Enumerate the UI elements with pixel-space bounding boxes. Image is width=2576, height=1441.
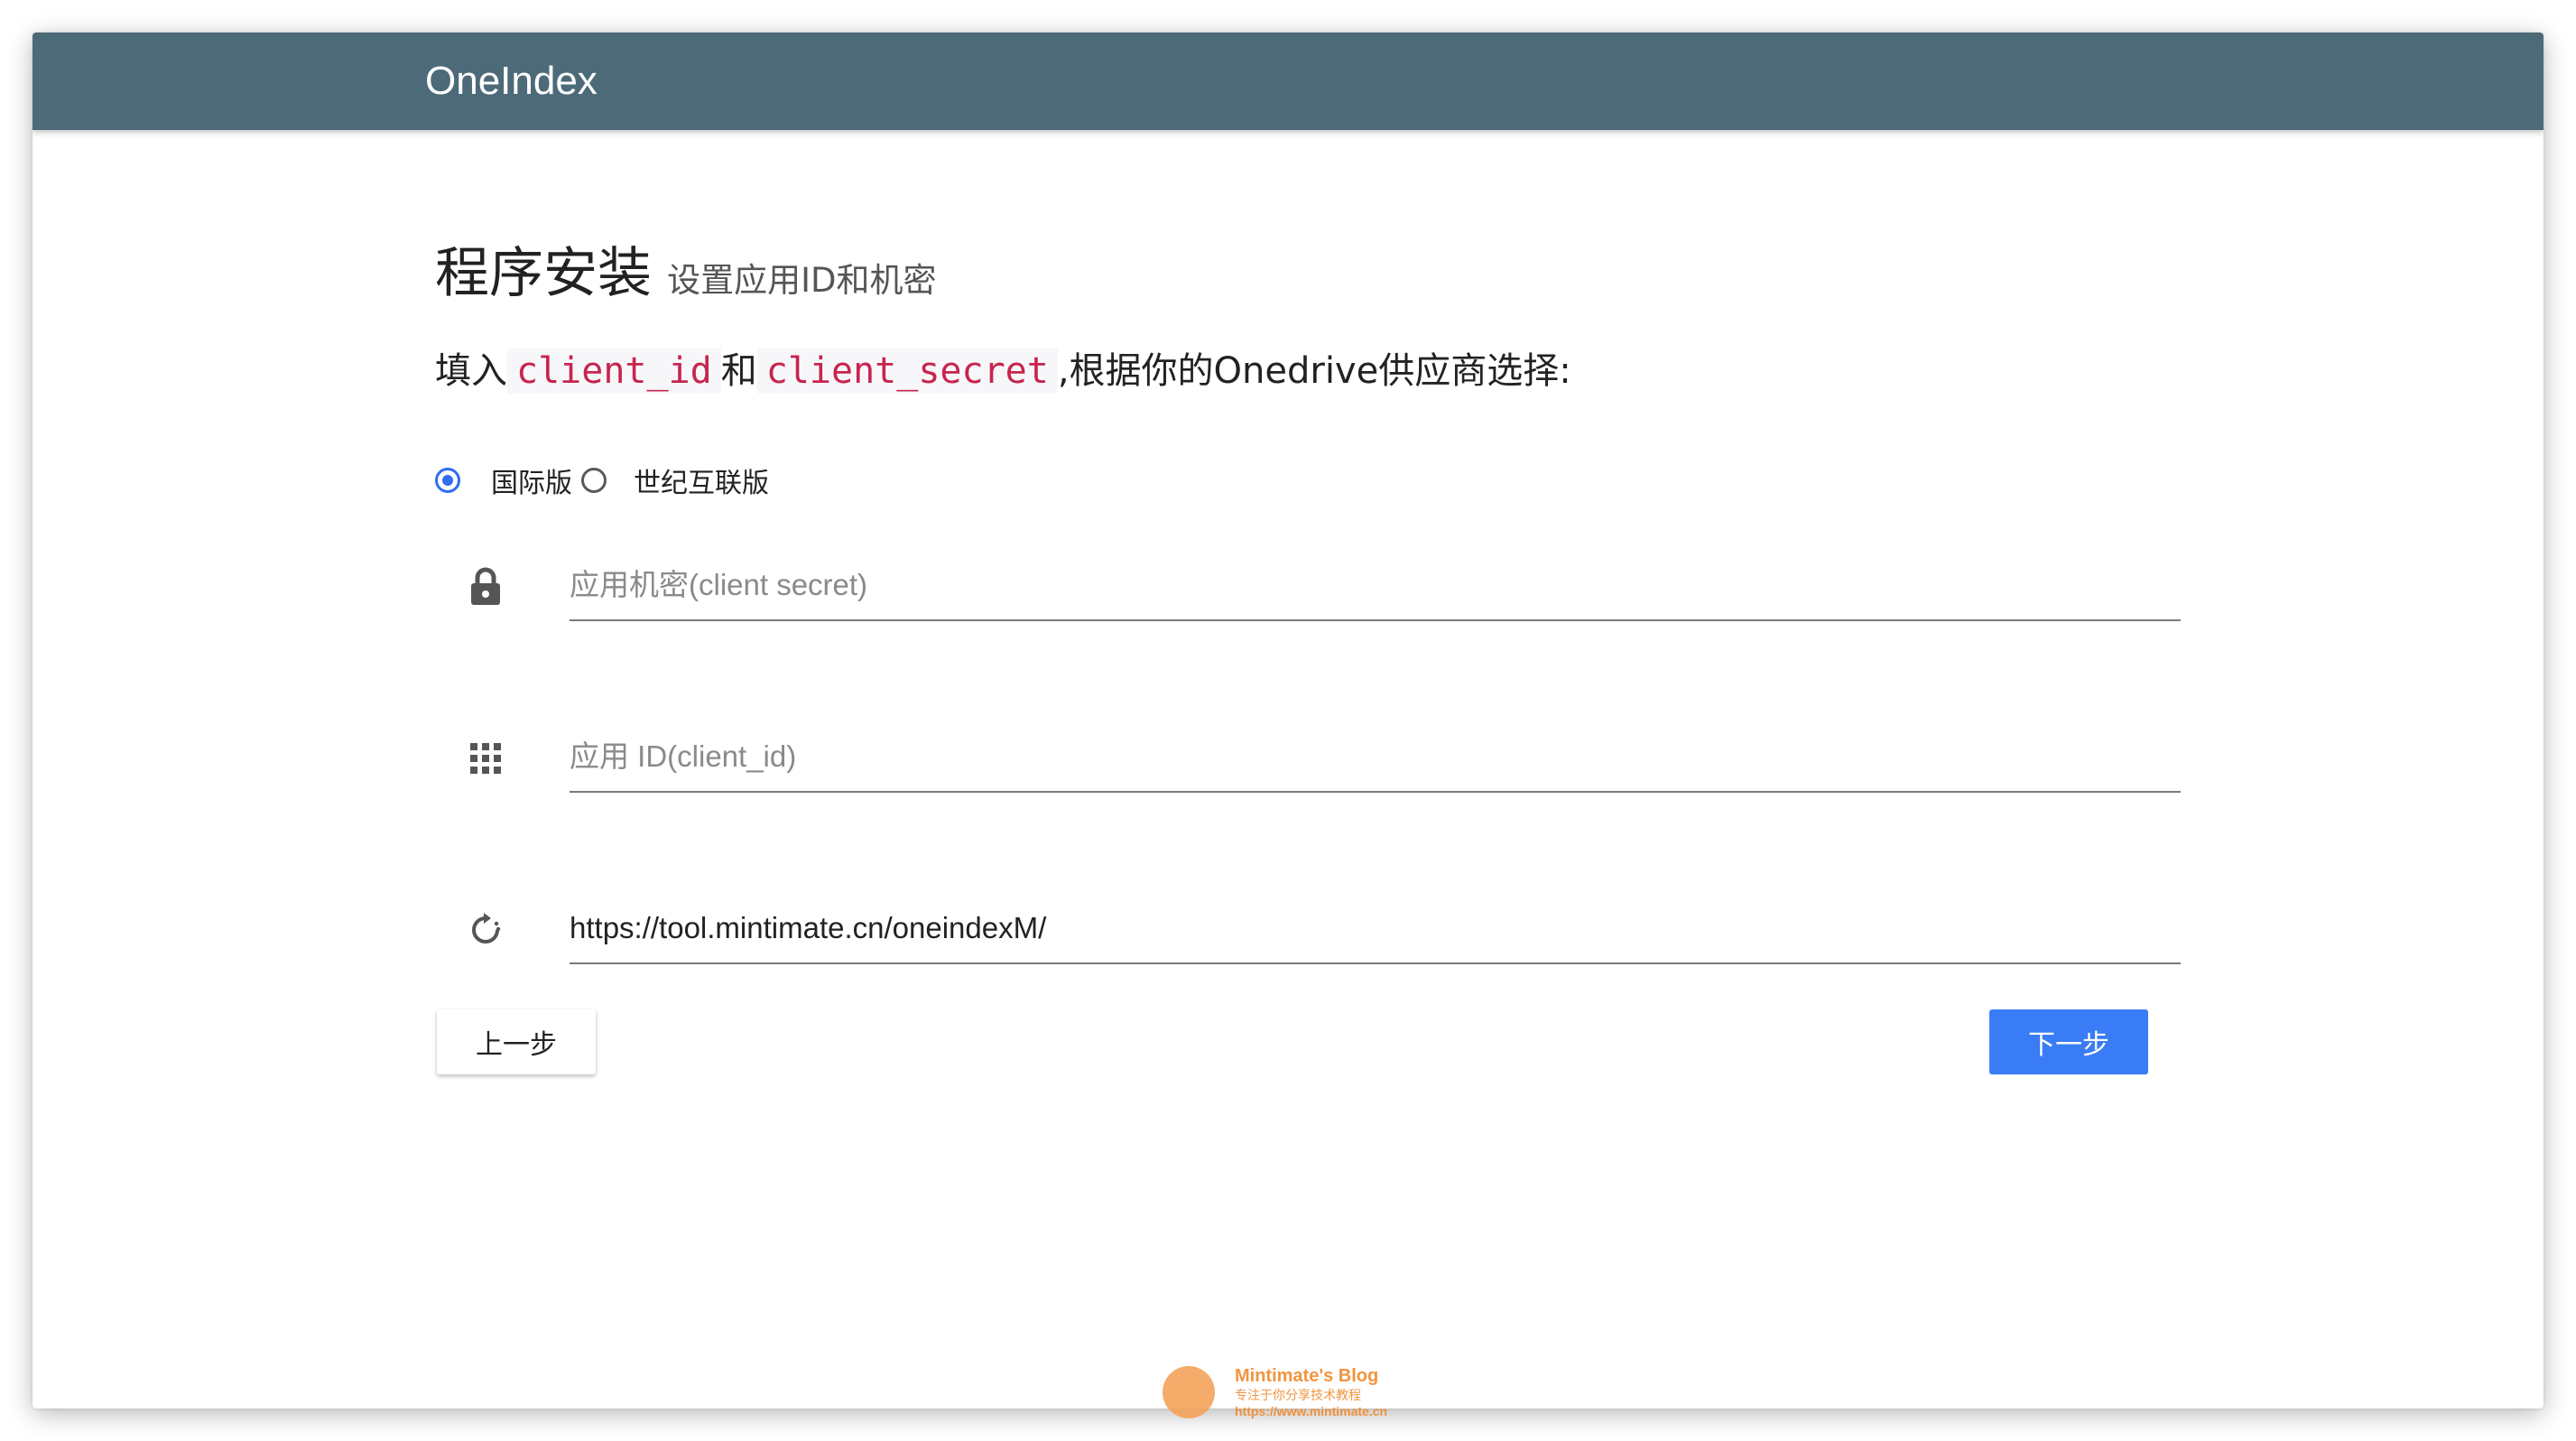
page-subtitle: 设置应用ID和机密	[667, 261, 937, 300]
instruction-text: 填入 client_id 和 client_secret ,根据你的Onedrive供应…	[435, 339, 1571, 403]
instruction-prefix: 填入	[435, 350, 507, 392]
next-step-button[interactable]: 下一步	[1989, 1009, 2148, 1074]
watermark-title: Mintimate's Blog	[1235, 1366, 1379, 1386]
lock-icon	[466, 567, 505, 607]
code-client-secret: client_secret	[756, 349, 1058, 394]
radio-21vianet-label[interactable]: 世纪互联版	[634, 460, 769, 500]
provider-radio-group: 国际版 世纪互联版	[435, 455, 769, 506]
redirect-uri-input[interactable]	[570, 894, 2181, 964]
apps-grid-icon	[466, 739, 505, 778]
radio-21vianet[interactable]	[581, 468, 607, 493]
app-window: OneIndex 程序安装 设置应用ID和机密 填入 client_id 和 clie…	[32, 33, 2544, 1408]
refresh-icon	[466, 910, 505, 950]
page-heading: 程序安装 设置应用ID和机密	[435, 229, 937, 308]
page-title: 程序安装	[435, 242, 652, 305]
code-client-id: client_id	[507, 349, 721, 394]
instruction-suffix: ,根据你的Onedrive供应商选择:	[1057, 350, 1571, 392]
watermark-text: Mintimate's Blog 专注于你分享技术教程 https://www.…	[1235, 1365, 1387, 1419]
radio-international-label[interactable]: 国际版	[491, 460, 572, 500]
client-id-input[interactable]	[570, 722, 2181, 793]
app-bar: OneIndex	[32, 33, 2544, 130]
prev-step-button[interactable]: 上一步	[437, 1009, 596, 1074]
redirect-uri-field	[466, 894, 2181, 966]
watermark-url: https://www.mintimate.cn	[1235, 1404, 1388, 1418]
client-id-field	[466, 722, 2181, 795]
instruction-middle: 和	[720, 350, 757, 392]
client-secret-field	[466, 551, 2181, 623]
watermark-subtitle: 专注于你分享技术教程	[1235, 1388, 1361, 1402]
watermark: Mintimate's Blog 专注于你分享技术教程 https://www.…	[1163, 1365, 1387, 1419]
radio-international[interactable]	[435, 468, 460, 493]
watermark-logo	[1163, 1366, 1215, 1418]
app-title[interactable]: OneIndex	[425, 54, 598, 108]
client-secret-input[interactable]	[570, 551, 2181, 621]
